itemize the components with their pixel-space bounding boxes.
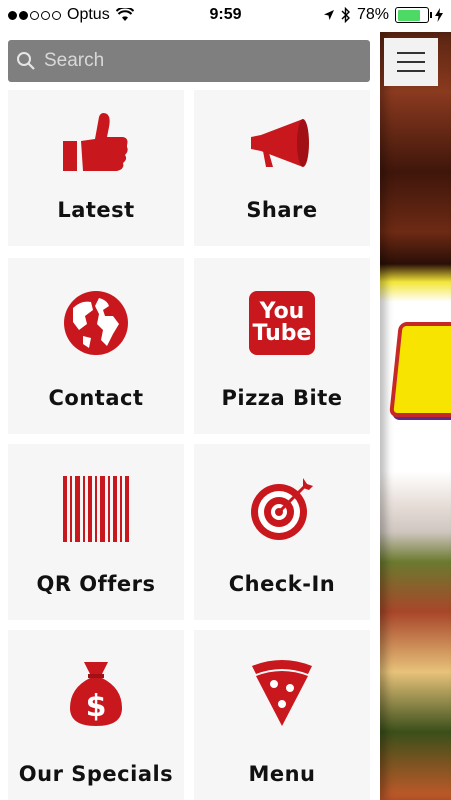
menu-toggle-button[interactable] — [384, 38, 438, 86]
barcode-icon — [56, 474, 136, 544]
search-icon — [17, 52, 35, 70]
youtube-text-tube: Tube — [252, 321, 312, 346]
side-menu-panel: Latest Share Contact — [0, 32, 380, 800]
tile-latest[interactable]: Latest — [8, 90, 184, 246]
search-bar[interactable] — [8, 40, 370, 82]
tile-label: Contact — [48, 386, 144, 410]
hamburger-icon — [397, 52, 425, 54]
tile-contact[interactable]: Contact — [8, 258, 184, 434]
megaphone-icon — [242, 108, 322, 178]
battery-icon — [395, 7, 432, 23]
tile-label: Menu — [248, 762, 316, 786]
restaurant-logo-fragment — [389, 322, 451, 417]
tile-check-in[interactable]: Check-In — [194, 444, 370, 620]
background-food-photo — [380, 32, 451, 800]
tile-our-specials[interactable]: $ Our Specials — [8, 630, 184, 800]
svg-text:$: $ — [86, 689, 107, 724]
status-right: 78% — [323, 6, 443, 24]
location-arrow-icon — [323, 10, 334, 20]
target-icon — [242, 474, 322, 544]
thumbs-up-icon — [56, 108, 136, 178]
tile-qr-offers[interactable]: QR Offers — [8, 444, 184, 620]
battery-percent: 78% — [356, 6, 389, 23]
bluetooth-icon — [341, 7, 350, 23]
tile-label: Pizza Bite — [221, 386, 343, 410]
tile-pizza-bite[interactable]: You Tube Pizza Bite — [194, 258, 370, 434]
globe-icon — [56, 288, 136, 358]
youtube-icon: You Tube — [242, 288, 322, 358]
charging-bolt-icon — [435, 8, 443, 22]
tile-label: Our Specials — [18, 762, 174, 786]
tile-label: Share — [246, 198, 318, 222]
tile-label: QR Offers — [36, 572, 156, 596]
tile-menu[interactable]: Menu — [194, 630, 370, 800]
pizza-slice-icon — [242, 658, 322, 728]
tile-share[interactable]: Share — [194, 90, 370, 246]
tile-label: Latest — [57, 198, 135, 222]
search-input[interactable] — [44, 50, 344, 72]
youtube-text-you: You — [259, 299, 305, 324]
money-bag-icon: $ — [56, 658, 136, 728]
tile-label: Check-In — [228, 572, 336, 596]
status-bar: Optus 9:59 78% — [0, 0, 451, 32]
